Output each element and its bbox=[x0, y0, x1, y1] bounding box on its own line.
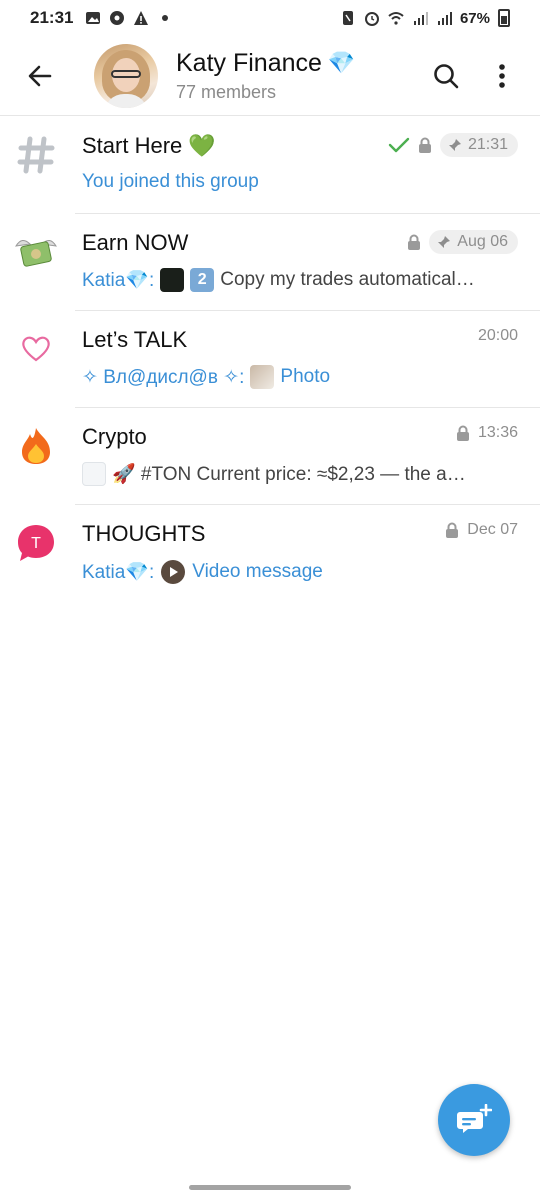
group-avatar[interactable] bbox=[94, 43, 158, 108]
speech-bubble-icon: T bbox=[14, 521, 58, 565]
wifi-icon bbox=[388, 12, 404, 25]
lock-icon bbox=[456, 425, 469, 441]
pin-icon bbox=[438, 236, 451, 248]
topic-row-crypto[interactable]: Crypto 13:36 🚀 #TON Current price: ≈$2,2… bbox=[0, 408, 540, 505]
soccer-ball-icon bbox=[110, 11, 125, 25]
battery-percent: 67% bbox=[459, 9, 490, 27]
message-sender: Katia💎: bbox=[82, 562, 155, 583]
search-button[interactable] bbox=[418, 48, 474, 104]
money-wings-icon bbox=[14, 230, 58, 274]
more-vertical-icon bbox=[499, 63, 505, 88]
topic-row-earn-now[interactable]: Earn NOW Aug 06 Katia💎: 2 Copy my trades… bbox=[0, 214, 540, 311]
pinned-time-badge: 21:31 bbox=[439, 133, 518, 157]
check-icon bbox=[388, 137, 410, 153]
group-title-block[interactable]: Katy Finance 💎 77 members bbox=[176, 49, 355, 103]
topic-meta: Aug 06 bbox=[407, 230, 518, 254]
topic-time: 20:00 bbox=[477, 327, 518, 344]
topic-meta: 13:36 bbox=[456, 424, 518, 442]
status-bar: 21:31 67% bbox=[0, 0, 540, 36]
image-icon bbox=[86, 12, 101, 24]
nfc-icon bbox=[342, 11, 353, 25]
chart-thumbnail-icon bbox=[160, 268, 185, 292]
topic-name: Let’s TALK bbox=[82, 327, 188, 352]
topic-name: Start Here 💚 bbox=[82, 133, 216, 158]
status-right-icons: 67% bbox=[340, 9, 510, 27]
topic-time: Dec 07 bbox=[467, 521, 518, 538]
speech-bubble-letter: T bbox=[31, 535, 41, 552]
home-indicator[interactable] bbox=[189, 1185, 351, 1190]
compose-message-icon bbox=[457, 1104, 492, 1133]
member-count: 77 members bbox=[176, 81, 277, 102]
message-sender: ✧ Вл@дисл@в ✧: bbox=[82, 366, 245, 388]
alarm-icon bbox=[364, 12, 379, 26]
status-left-icons bbox=[85, 10, 173, 26]
dot-icon bbox=[162, 15, 169, 21]
chart-thumbnail-icon bbox=[82, 462, 106, 486]
topic-list: Start Here 💚 21:31 You joined this group… bbox=[0, 117, 540, 602]
topic-last-message: Katia💎: Video message bbox=[82, 560, 323, 584]
topic-name: THOUGHTS bbox=[82, 521, 206, 546]
signal-icon bbox=[413, 12, 428, 25]
topic-last-message: ✧ Вл@дисл@в ✧: Photo bbox=[82, 365, 331, 389]
search-icon bbox=[434, 63, 459, 88]
diamond-icon: 💎 bbox=[327, 50, 356, 75]
warning-icon bbox=[134, 11, 149, 25]
status-time: 21:31 bbox=[30, 8, 74, 27]
group-title-text: Katy Finance bbox=[176, 48, 322, 77]
topic-time: 21:31 bbox=[467, 136, 508, 153]
hash-icon bbox=[14, 133, 58, 177]
topic-meta: 21:31 bbox=[388, 133, 518, 157]
new-topic-button[interactable] bbox=[438, 1084, 510, 1156]
topic-last-message: You joined this group bbox=[82, 171, 259, 192]
fire-icon bbox=[14, 424, 58, 468]
header-actions bbox=[418, 48, 530, 104]
topic-last-message: 🚀 #TON Current price: ≈$2,23 — the a… bbox=[82, 462, 522, 486]
video-play-icon bbox=[161, 560, 186, 584]
battery-icon bbox=[498, 9, 510, 27]
chat-header: Katy Finance 💎 77 members bbox=[0, 36, 540, 116]
back-button[interactable] bbox=[8, 44, 72, 108]
arrow-left-icon bbox=[28, 65, 52, 86]
green-heart-icon: 💚 bbox=[188, 133, 216, 158]
signal-icon bbox=[437, 12, 452, 25]
topic-meta: 20:00 bbox=[478, 327, 518, 345]
lock-icon bbox=[446, 522, 459, 538]
heart-icon bbox=[14, 327, 58, 371]
topic-last-message: Katia💎: 2 Copy my trades automatical… bbox=[82, 268, 475, 292]
topic-row-start-here[interactable]: Start Here 💚 21:31 You joined this group bbox=[0, 117, 540, 214]
topic-name: Earn NOW bbox=[82, 230, 189, 255]
topic-name: Crypto bbox=[82, 424, 147, 449]
lock-icon bbox=[418, 137, 431, 153]
topic-time: 13:36 bbox=[477, 424, 518, 441]
more-options-button[interactable] bbox=[474, 48, 530, 104]
topic-meta: Dec 07 bbox=[445, 521, 518, 539]
pin-icon bbox=[448, 139, 461, 151]
photo-thumbnail-icon bbox=[250, 365, 275, 389]
lock-icon bbox=[408, 234, 421, 250]
pinned-time-badge: Aug 06 bbox=[429, 230, 518, 254]
topic-row-lets-talk[interactable]: Let’s TALK 20:00 ✧ Вл@дисл@в ✧: Photo bbox=[0, 311, 540, 408]
topic-time: Aug 06 bbox=[457, 233, 508, 250]
group-title: Katy Finance 💎 bbox=[176, 49, 355, 78]
keycap-icon: 2 bbox=[190, 268, 215, 292]
topic-row-thoughts[interactable]: T THOUGHTS Dec 07 Katia💎: Video message bbox=[0, 505, 540, 602]
message-sender: Katia💎: bbox=[82, 270, 155, 291]
